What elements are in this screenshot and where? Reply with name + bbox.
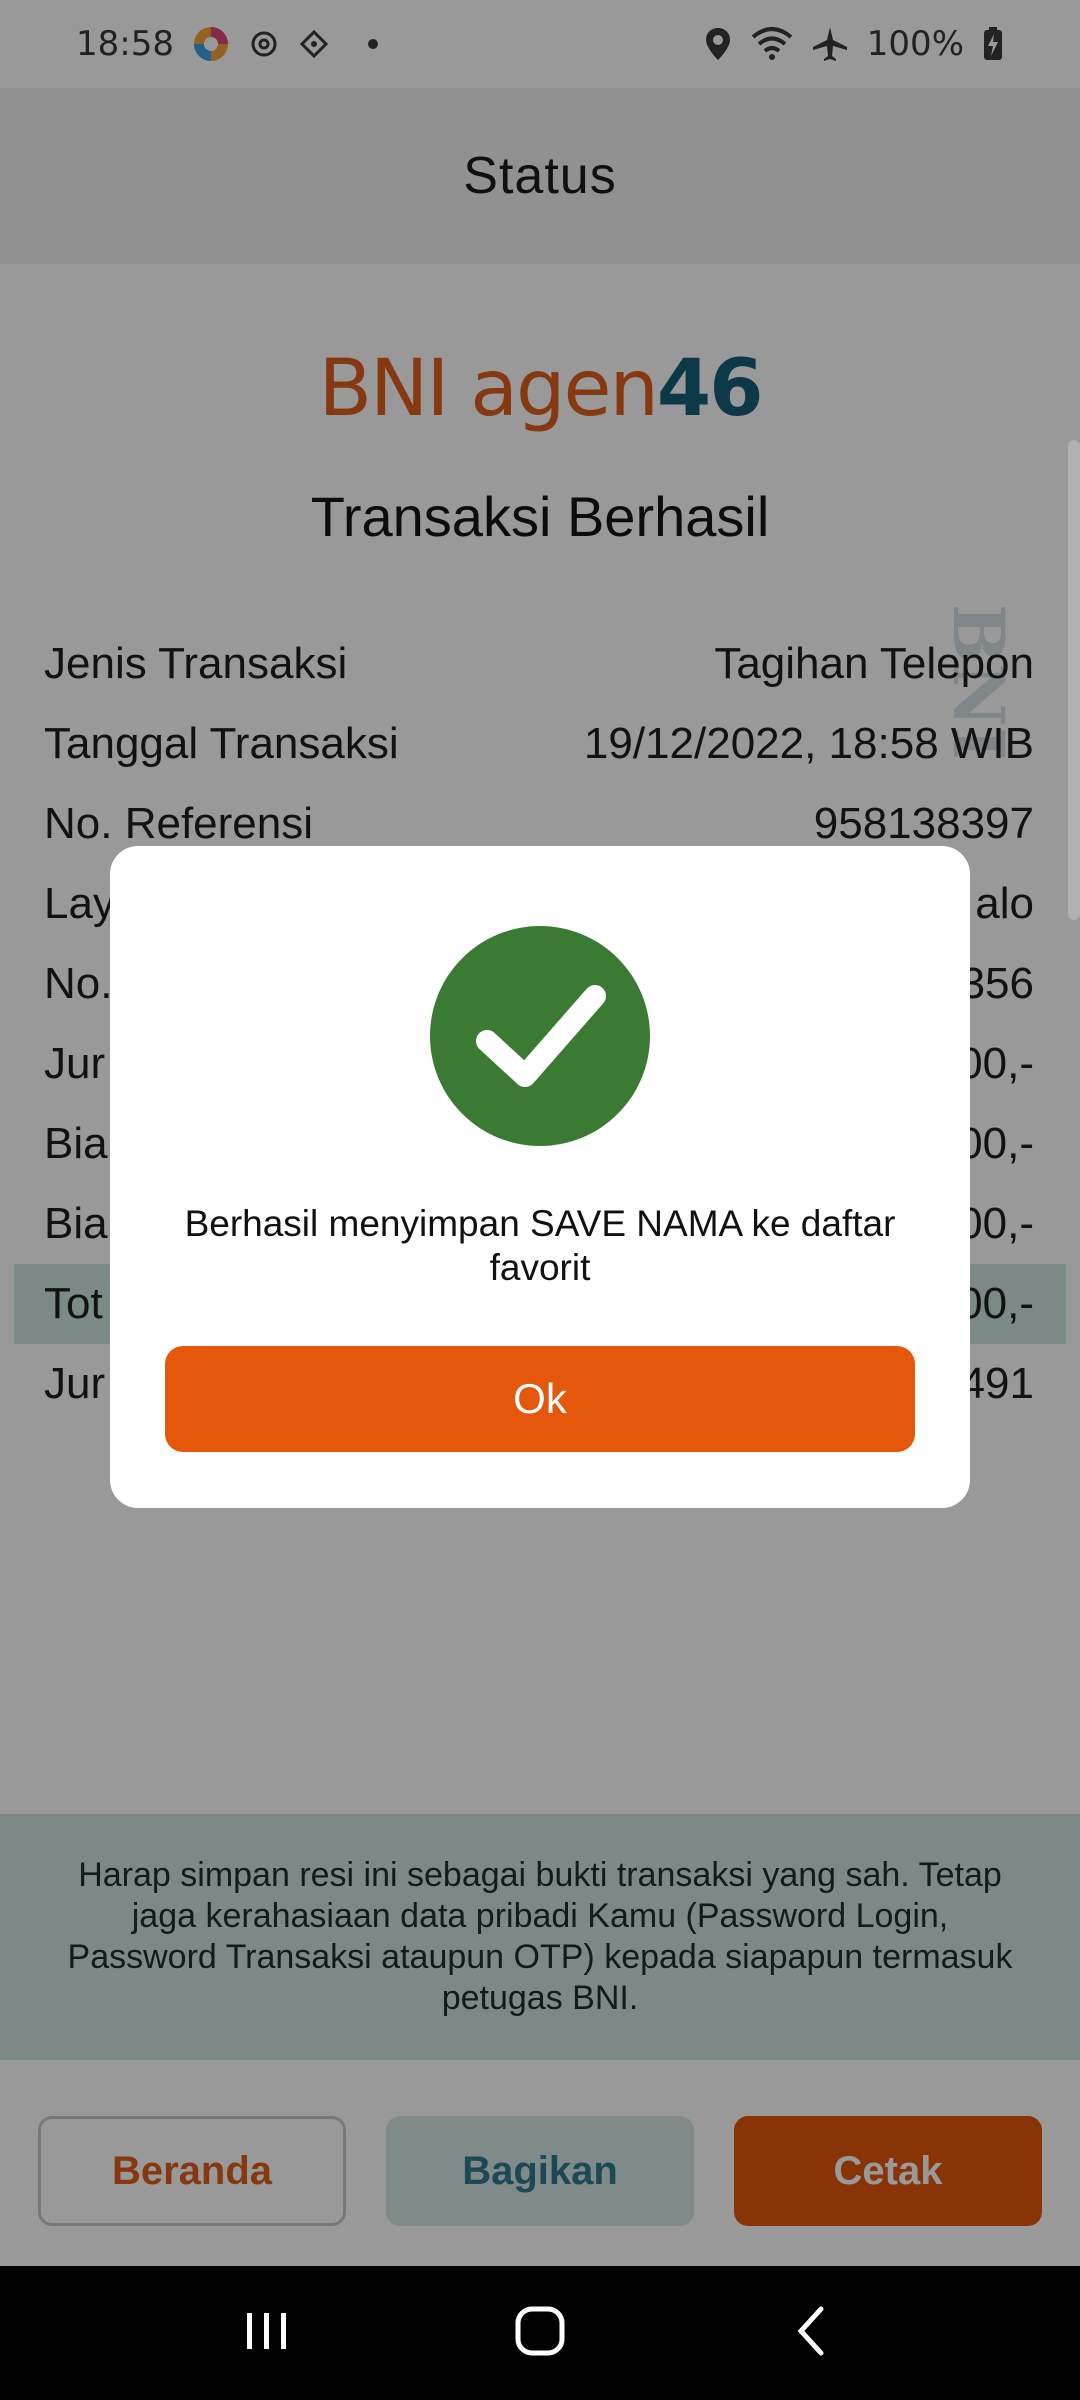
dialog-message: Berhasil menyimpan SAVE NAMA ke daftar f… (184, 1203, 896, 1288)
scrollbar[interactable] (1068, 440, 1080, 920)
home-nav-icon[interactable] (510, 2301, 570, 2366)
recents-icon[interactable] (237, 2301, 297, 2366)
back-icon[interactable] (783, 2301, 843, 2366)
system-nav-bar (0, 2266, 1080, 2400)
checkmark-icon (430, 926, 650, 1146)
success-dialog: Berhasil menyimpan SAVE NAMA ke daftar f… (110, 846, 970, 1508)
ok-button[interactable]: Ok (165, 1346, 915, 1452)
